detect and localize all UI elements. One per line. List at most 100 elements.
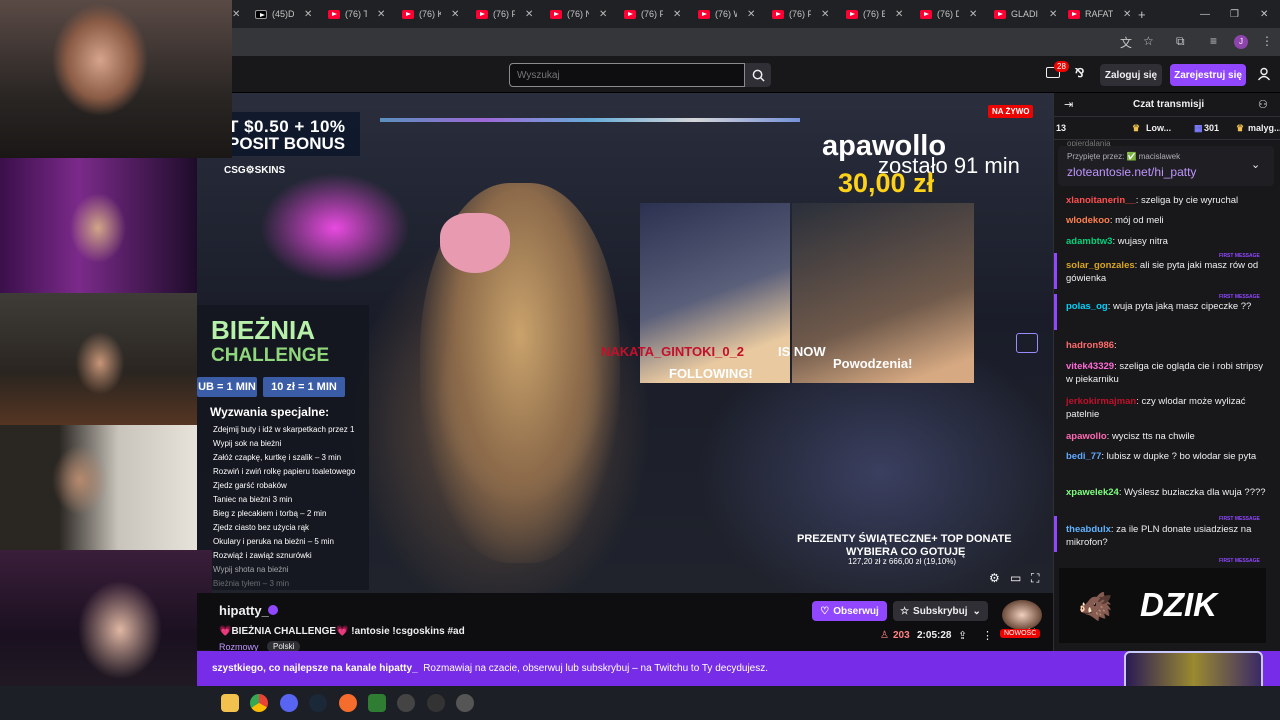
close-icon[interactable]: ✕ bbox=[673, 9, 681, 20]
dzik-logo-text: DZIK bbox=[1140, 586, 1217, 623]
bits-icon[interactable]: ⅋ bbox=[1075, 66, 1084, 80]
ea-icon[interactable] bbox=[339, 694, 357, 712]
file-explorer-icon[interactable] bbox=[221, 694, 239, 712]
chat-username[interactable]: xlanoitanerin__ bbox=[1066, 195, 1136, 206]
first-message-highlight bbox=[1054, 253, 1057, 289]
search-input[interactable] bbox=[509, 63, 745, 87]
challenge-item: Zdejmij buty i idź w skarpetkach przez 1 bbox=[213, 425, 355, 434]
chat-username[interactable]: solar_gonzales bbox=[1066, 260, 1135, 271]
translate-icon[interactable]: 文 bbox=[1120, 34, 1132, 51]
donation-amount: 30,00 zł bbox=[838, 168, 935, 198]
collapse-chat-icon[interactable]: ⇥ bbox=[1064, 98, 1073, 111]
challenge-title: BIEŻNIA bbox=[211, 315, 315, 345]
browser-tab[interactable]: (76) Na✕ bbox=[550, 4, 607, 24]
minimize-icon[interactable]: — bbox=[1200, 4, 1210, 24]
browser-tab[interactable]: (76) W✕ bbox=[698, 4, 755, 24]
chat-username[interactable]: wlodekoo bbox=[1066, 215, 1110, 226]
browser-tab[interactable]: (76) Pa✕ bbox=[624, 4, 681, 24]
more-options-icon[interactable]: ⋮ bbox=[982, 629, 993, 642]
youtube-icon bbox=[402, 9, 414, 19]
youtube-icon bbox=[846, 9, 858, 19]
close-icon[interactable]: ✕ bbox=[821, 9, 829, 20]
chat-username[interactable]: hadron986 bbox=[1066, 340, 1114, 351]
youtube-icon bbox=[772, 9, 784, 19]
browser-tab[interactable]: (76) Dz✕ bbox=[920, 4, 977, 24]
window-close-icon[interactable]: ✕ bbox=[1260, 4, 1268, 24]
chat-username[interactable]: jerkokirmajman bbox=[1066, 396, 1136, 407]
leader-user: Low... bbox=[1146, 123, 1172, 133]
app-icon[interactable] bbox=[397, 694, 415, 712]
chat-message: apawollo: wycisz tts na chwile bbox=[1066, 431, 1195, 442]
close-icon[interactable]: ✕ bbox=[969, 9, 977, 20]
close-icon[interactable]: ✕ bbox=[895, 9, 903, 20]
login-button[interactable]: Zaloguj się bbox=[1100, 64, 1162, 86]
viewers-icon: ♙ bbox=[880, 630, 889, 641]
chat-leaderboard[interactable]: 13 ♛ Low... ▦ 301 ♛ malyg... bbox=[1054, 118, 1280, 140]
settings-icon[interactable] bbox=[456, 694, 474, 712]
steam-icon[interactable] bbox=[309, 694, 327, 712]
close-icon[interactable]: ✕ bbox=[525, 9, 533, 20]
chat-username[interactable]: polas_og bbox=[1066, 301, 1108, 312]
chat-message: solar_gonzales: ali sie pyta jaki masz r… bbox=[1066, 260, 1259, 284]
chrome-icon[interactable] bbox=[250, 694, 268, 712]
browser-tab[interactable]: (76) Po✕ bbox=[476, 4, 533, 24]
browser-tab[interactable]: (76) PR✕ bbox=[772, 4, 829, 24]
close-icon[interactable]: ✕ bbox=[377, 9, 385, 20]
user-icon[interactable] bbox=[1257, 67, 1271, 81]
close-icon[interactable]: ✕ bbox=[747, 9, 755, 20]
chat-username[interactable]: apawollo bbox=[1066, 431, 1107, 442]
youtube-icon bbox=[550, 9, 562, 19]
obs-icon[interactable] bbox=[427, 694, 445, 712]
first-message-label: FIRST MESSAGE bbox=[1219, 516, 1260, 522]
chat-text: szeliga by cie wyruchal bbox=[1140, 195, 1239, 206]
chat-username[interactable]: bedi_77 bbox=[1066, 451, 1101, 462]
chevron-down-icon[interactable]: ⌄ bbox=[1251, 158, 1260, 171]
youtube-icon bbox=[624, 9, 636, 19]
more-menu-icon[interactable]: ⋮ bbox=[1261, 34, 1273, 48]
theatre-mode-icon[interactable]: ▭ bbox=[1010, 571, 1021, 585]
close-icon[interactable]: ✕ bbox=[1049, 9, 1057, 20]
tab-close-first[interactable]: ✕ bbox=[232, 4, 240, 24]
pinned-link[interactable]: zloteantosie.net/hi_patty bbox=[1067, 165, 1196, 179]
restore-icon[interactable]: ❐ bbox=[1230, 4, 1239, 24]
new-tab-button[interactable]: + bbox=[1138, 4, 1146, 24]
close-icon[interactable]: ✕ bbox=[451, 9, 459, 20]
chat-username[interactable]: theabdulx bbox=[1066, 524, 1111, 535]
challenge-item: Okulary i peruka na bieżni – 5 min bbox=[213, 537, 334, 546]
chat-username[interactable]: vitek43329 bbox=[1066, 361, 1114, 372]
close-icon[interactable]: ✕ bbox=[599, 9, 607, 20]
xbox-icon[interactable] bbox=[368, 694, 386, 712]
chat-message: wlodekoo: mój od meli bbox=[1066, 215, 1164, 226]
share-icon[interactable]: ⇪ bbox=[958, 629, 967, 642]
chat-users-icon[interactable]: ⚇ bbox=[1258, 98, 1268, 111]
chat-text: wujasy nitra bbox=[1117, 236, 1168, 247]
profile-avatar[interactable]: J bbox=[1234, 35, 1248, 49]
challenge-chip: UB = 1 MIN bbox=[197, 377, 257, 397]
close-icon[interactable]: ✕ bbox=[1123, 9, 1131, 20]
fullscreen-icon[interactable]: ⛶ bbox=[1031, 571, 1039, 586]
browser-tab[interactable]: (76) Bi✕ bbox=[846, 4, 903, 24]
bookmark-star-icon[interactable]: ☆ bbox=[1143, 34, 1154, 48]
streamer-name[interactable]: hipatty_ bbox=[219, 603, 269, 618]
subscribe-button[interactable]: ☆ Subskrybuj ⌄ bbox=[893, 601, 988, 621]
challenge-chip: 10 zł = 1 MIN bbox=[263, 377, 345, 397]
follow-button[interactable]: ♡ Obserwuj bbox=[812, 601, 887, 621]
extensions-icon[interactable]: ⧉ bbox=[1176, 34, 1185, 49]
signup-button[interactable]: Zarejestruj się bbox=[1170, 64, 1246, 86]
search-button[interactable] bbox=[745, 63, 771, 87]
browser-tab[interactable]: (45)Da✕ bbox=[255, 4, 312, 24]
follow-alert-text: FOLLOWING! bbox=[669, 366, 753, 381]
browser-tab[interactable]: GLADI ✕ bbox=[994, 4, 1057, 24]
crown-icon: ♛ bbox=[1236, 123, 1245, 133]
media-icon[interactable]: ≡ bbox=[1210, 34, 1217, 48]
browser-tab[interactable]: (76) Kl✕ bbox=[402, 4, 459, 24]
chat-username[interactable]: adambtw3 bbox=[1066, 236, 1112, 247]
browser-tab[interactable]: RAFAT ✕ bbox=[1068, 4, 1131, 24]
chat-username[interactable]: xpawelek24 bbox=[1066, 487, 1119, 498]
settings-gear-icon[interactable]: ⚙ bbox=[989, 571, 1000, 585]
browser-tab[interactable]: (76) Th✕ bbox=[328, 4, 385, 24]
discord-icon[interactable] bbox=[280, 694, 298, 712]
streamer-avatar[interactable] bbox=[1002, 600, 1042, 630]
close-icon[interactable]: ✕ bbox=[304, 9, 312, 20]
stream-uptime: 2:05:28 bbox=[917, 630, 952, 641]
